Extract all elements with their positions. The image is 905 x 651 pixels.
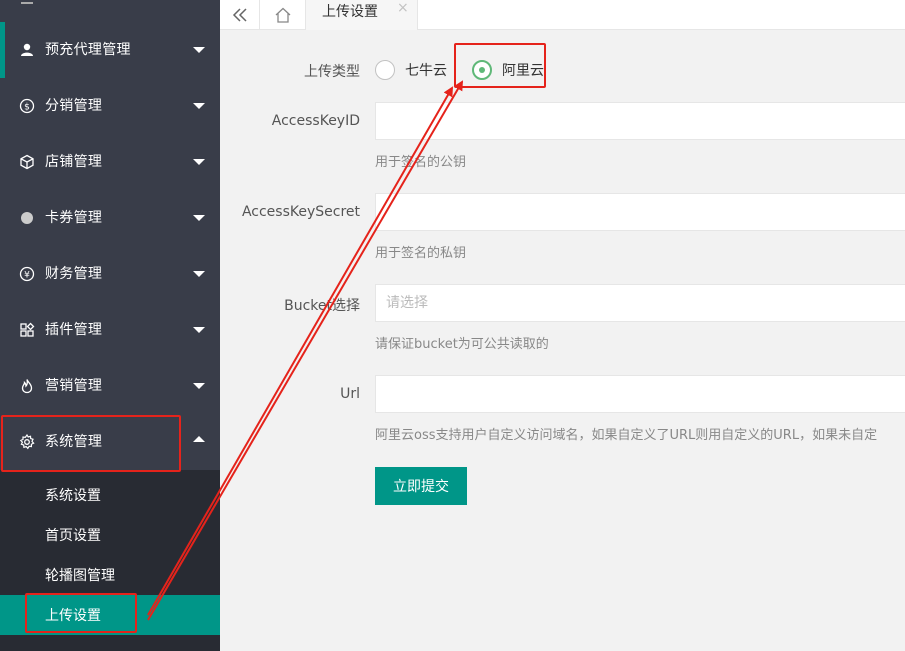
highlight-aliyun-radio [454,43,546,88]
tab-upload-settings[interactable]: 上传设置 × [306,0,418,30]
sidebar: 预充代理管理 $ 分销管理 店铺管理 卡券管理 ¥ 财务管理 插件管理 营销管理… [0,0,220,651]
upload-settings-form: 上传类型 七牛云 阿里云 AccessKeyID 用于签名的公钥 AccessK… [220,31,905,651]
menu-icon [21,2,33,4]
sidebar-item-label: 分销管理 [45,98,103,114]
dot-circle-icon [19,210,35,226]
tab-bar: 上传设置 × [220,0,905,30]
highlight-system-menu [1,415,181,472]
cube-icon [19,154,35,170]
url-label: Url [340,386,360,402]
url-input[interactable] [375,375,905,413]
submit-button[interactable]: 立即提交 [375,467,467,505]
bucket-label: Bucket选择 [284,298,360,314]
radio-circle [375,60,395,80]
access-key-id-label: AccessKeyID [271,113,360,129]
sidebar-item-agent[interactable]: 预充代理管理 [0,22,220,78]
submenu-item-label: 首页设置 [45,528,101,544]
caret-down-icon [193,159,205,165]
sidebar-top-fragment [0,0,220,20]
access-key-secret-help: 用于签名的私钥 [375,246,467,261]
submenu-item-label: 系统设置 [45,488,101,504]
sidebar-item-label: 插件管理 [45,322,103,338]
bucket-select[interactable]: 请选择 [375,284,905,322]
collapse-tabs-button[interactable] [220,0,260,30]
url-help: 阿里云oss支持用户自定义访问域名，如果自定义了URL则用自定义的URL，如果未… [375,428,878,443]
sidebar-item-store[interactable]: 店铺管理 [0,134,220,190]
caret-up-icon [193,436,205,442]
sidebar-item-distribution[interactable]: $ 分销管理 [0,78,220,134]
sidebar-item-label: 预充代理管理 [45,42,131,58]
fire-icon [19,378,35,394]
home-tab[interactable] [260,0,306,30]
access-key-secret-input[interactable] [375,193,905,231]
access-key-id-input[interactable] [375,102,905,140]
dollar-circle-icon: $ [19,98,35,114]
sidebar-item-label: 卡券管理 [45,210,103,226]
access-key-id-help: 用于签名的公钥 [375,155,467,170]
caret-down-icon [193,271,205,277]
sidebar-item-plugin[interactable]: 插件管理 [0,302,220,358]
radio-qiniu[interactable]: 七牛云 [375,60,447,80]
yen-circle-icon: ¥ [19,266,35,282]
bucket-help: 请保证bucket为可公共读取的 [375,337,549,352]
submenu-item-home-settings[interactable]: 首页设置 [0,515,220,555]
close-icon[interactable]: × [397,0,409,16]
user-icon [19,42,35,58]
caret-down-icon [193,215,205,221]
access-key-secret-label: AccessKeySecret [241,204,360,220]
highlight-upload-settings [25,593,137,633]
double-chevron-left-icon [232,8,247,22]
sidebar-item-label: 店铺管理 [45,154,103,170]
apps-icon [19,322,35,338]
caret-down-icon [193,47,205,53]
sidebar-item-finance[interactable]: ¥ 财务管理 [0,246,220,302]
sidebar-item-marketing[interactable]: 营销管理 [0,358,220,414]
sidebar-item-label: 营销管理 [45,378,103,394]
submenu-item-label: 轮播图管理 [45,568,115,584]
upload-type-label: 上传类型 [304,64,360,80]
svg-text:$: $ [24,103,30,113]
caret-down-icon [193,383,205,389]
svg-text:¥: ¥ [24,271,30,281]
tab-label: 上传设置 [322,4,378,20]
sidebar-item-label: 财务管理 [45,266,103,282]
caret-down-icon [193,103,205,109]
submenu-item-system-settings[interactable]: 系统设置 [0,475,220,515]
radio-label: 七牛云 [405,63,447,79]
home-icon [275,7,290,23]
caret-down-icon [193,327,205,333]
submenu-item-carousel[interactable]: 轮播图管理 [0,555,220,595]
sidebar-item-coupon[interactable]: 卡券管理 [0,190,220,246]
